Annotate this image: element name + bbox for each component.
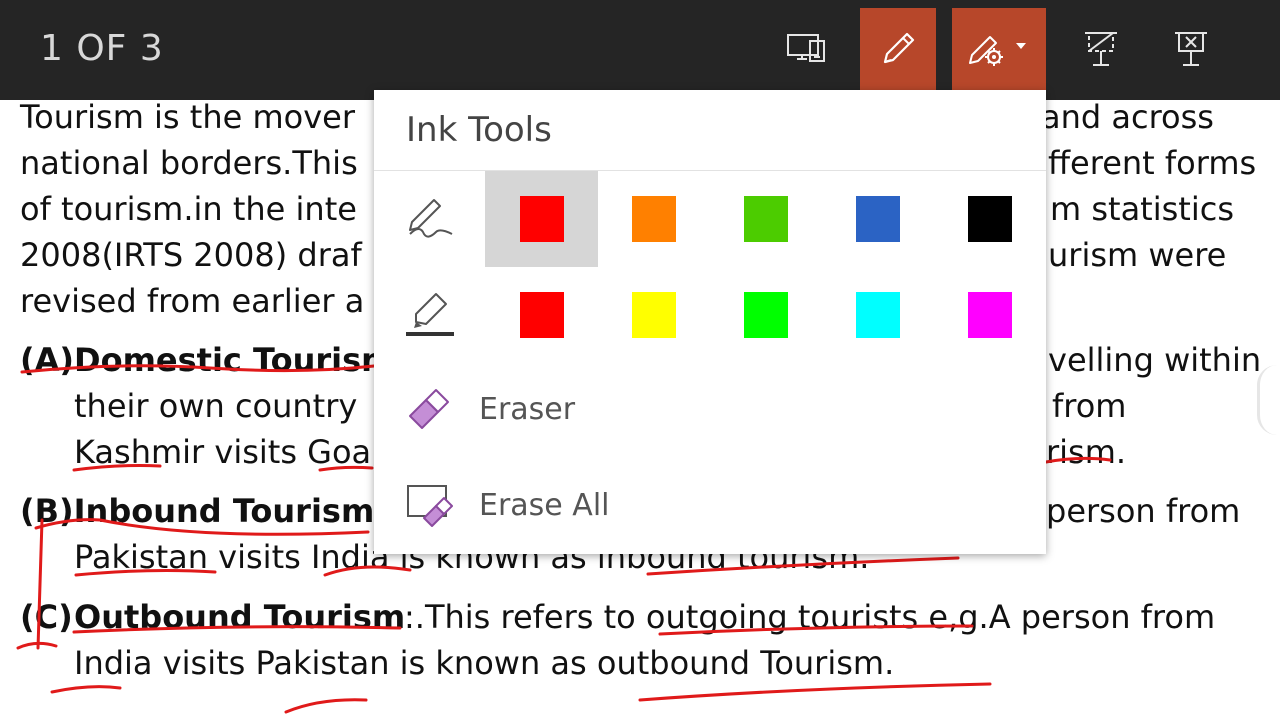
stop-presenting-button[interactable]	[1070, 8, 1132, 90]
highlighter-color-swatch-5[interactable]	[968, 292, 1012, 338]
slide-text-line: Kashmir visits Goa	[74, 433, 372, 471]
slide-text-line: and across	[1041, 98, 1214, 136]
ink-settings-icon	[969, 36, 1026, 66]
slide-text-line: rism.	[1046, 433, 1127, 471]
erase-all-menu-item[interactable]: Erase All	[374, 468, 1046, 548]
slide-text-line: from	[1052, 387, 1127, 425]
ink-tools-panel: Ink Tools Eraser Erase All	[374, 90, 1046, 554]
eraser-label: Eraser	[479, 392, 576, 427]
highlighter-color-swatch-2[interactable]	[632, 292, 676, 338]
scroll-indicator[interactable]	[1257, 365, 1280, 435]
ink-stroke	[638, 682, 992, 702]
slide-counter: 1 OF 3	[40, 28, 164, 69]
slide-text-line: person from	[1046, 492, 1241, 530]
eraser-icon	[409, 389, 449, 429]
slide-text-line: urism were	[1048, 236, 1227, 274]
ink-stroke	[16, 641, 58, 650]
eraser-menu-item[interactable]: Eraser	[374, 372, 1046, 452]
slide-text-line: :.This refers to outgoing tourists e,g.A…	[404, 598, 1216, 636]
highlighter-color-swatch-1[interactable]	[520, 292, 564, 338]
stop-presenting-icon	[1085, 32, 1117, 66]
pen-color-swatch-1[interactable]	[520, 196, 564, 242]
label-c: (C)	[20, 598, 73, 636]
pen-color-swatch-5[interactable]	[968, 196, 1012, 242]
pen-color-swatch-3[interactable]	[744, 196, 788, 242]
slide-text-line: Tourism is the mover	[20, 98, 355, 136]
highlighter-color-swatch-3[interactable]	[744, 292, 788, 338]
highlighter-color-swatch-4[interactable]	[856, 292, 900, 338]
slide-text-line: their own country	[74, 387, 358, 425]
highlighter-icon	[406, 293, 454, 336]
slide-text-line: 2008(IRTS 2008) draf	[20, 236, 362, 274]
display-settings-icon	[787, 34, 825, 62]
end-slideshow-icon	[1175, 32, 1207, 66]
slide-text-line: fferent forms	[1048, 144, 1257, 182]
pen-icon	[409, 199, 453, 238]
pen-tool-button[interactable]	[406, 194, 456, 248]
highlighter-tool-button[interactable]	[406, 290, 456, 344]
heading-domestic-tourism: (A)Domestic Tourism	[20, 341, 395, 379]
pen-color-swatch-2[interactable]	[632, 196, 676, 242]
pen-icon	[883, 32, 915, 64]
pen-button[interactable]	[860, 8, 936, 90]
erase-all-label: Erase All	[479, 488, 610, 523]
slide-text-line: revised from earlier a	[20, 282, 365, 320]
erase-all-icon	[407, 485, 453, 527]
slide-text-line: m statistics	[1050, 190, 1234, 228]
presenter-toolbar: 1 OF 3	[0, 0, 1280, 100]
ink-tools-button[interactable]	[952, 8, 1046, 90]
ink-stroke	[284, 698, 368, 714]
display-settings-button[interactable]	[776, 8, 838, 90]
heading-outbound-tourism: Outbound Tourism	[74, 598, 406, 636]
ink-stroke	[50, 685, 122, 694]
end-slideshow-button[interactable]	[1160, 8, 1222, 90]
divider	[374, 170, 1046, 171]
slide-text-line: velling within	[1048, 341, 1262, 379]
ink-tools-title: Ink Tools	[406, 110, 552, 150]
heading-inbound-tourism: (B)Inbound Tourism	[20, 492, 375, 530]
slide-text-line: India visits Pakistan is known as outbou…	[74, 644, 895, 682]
pen-color-swatch-4[interactable]	[856, 196, 900, 242]
slide-text-line: of tourism.in the inte	[20, 190, 357, 228]
slide-text-line: national borders.This	[20, 144, 358, 182]
